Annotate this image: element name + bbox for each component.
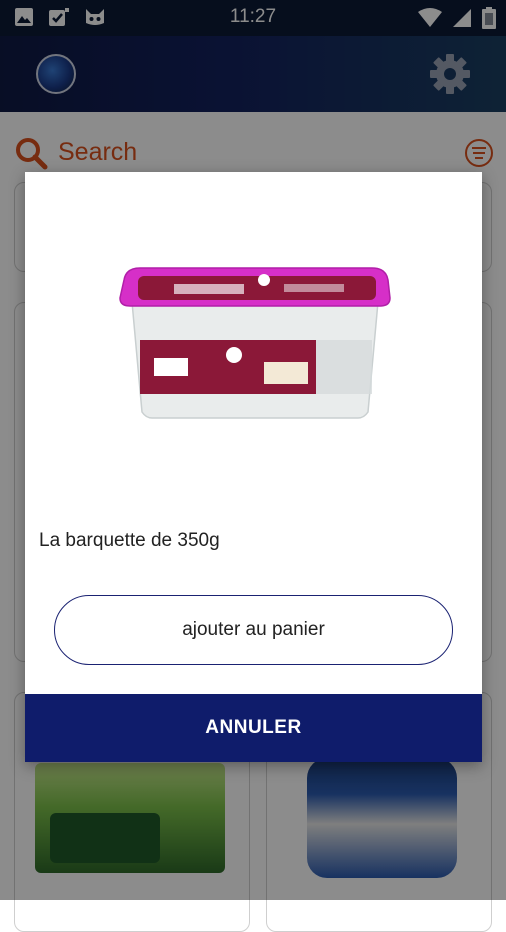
product-dialog: La barquette de 350g ajouter au panier A…	[25, 172, 482, 762]
product-image	[114, 262, 396, 422]
add-to-cart-label: ajouter au panier	[182, 619, 325, 640]
cancel-button[interactable]: ANNULER	[25, 694, 482, 762]
add-to-cart-button[interactable]: ajouter au panier	[54, 595, 453, 665]
product-description: La barquette de 350g	[39, 530, 220, 551]
cancel-label: ANNULER	[205, 717, 302, 738]
